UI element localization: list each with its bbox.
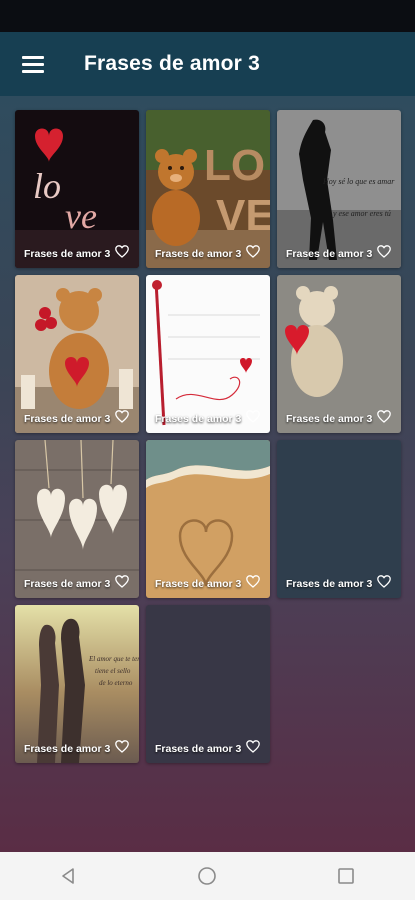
favorite-heart-icon[interactable] [246, 575, 260, 588]
page-title: Frases de amor 3 [84, 52, 260, 75]
system-nav-bar [0, 852, 415, 900]
grid-tile[interactable]: LO VE Frases de amor 3 [146, 110, 270, 268]
menu-button[interactable] [0, 32, 66, 96]
favorite-heart-icon[interactable] [246, 410, 260, 423]
grid-tile[interactable]: Frases de amor 3 [146, 275, 270, 433]
tile-caption: Frases de amor 3 [286, 578, 373, 590]
back-triangle-icon [62, 868, 74, 884]
home-button[interactable] [187, 856, 227, 896]
tile-caption: Frases de amor 3 [24, 413, 111, 425]
tile-caption: Frases de amor 3 [286, 248, 373, 260]
favorite-heart-icon[interactable] [377, 410, 391, 423]
tile-caption: Frases de amor 3 [155, 578, 242, 590]
wallpaper-grid: lo ve Frases de amor 3 LO VE Frases de a… [0, 96, 415, 852]
svg-text:y ese amor eres tú: y ese amor eres tú [332, 209, 391, 218]
hamburger-menu-icon [22, 56, 44, 73]
tile-caption: Frases de amor 3 [24, 248, 111, 260]
svg-text:lo: lo [33, 166, 61, 206]
svg-text:LO: LO [204, 141, 265, 190]
grid-tile[interactable]: Frases de amor 3 [277, 275, 401, 433]
tile-caption: Frases de amor 3 [24, 743, 111, 755]
status-bar [0, 0, 415, 32]
favorite-heart-icon[interactable] [115, 245, 129, 258]
recents-button[interactable] [326, 856, 366, 896]
home-circle-icon [198, 867, 217, 885]
tile-caption: Frases de amor 3 [155, 248, 242, 260]
favorite-heart-icon[interactable] [246, 245, 260, 258]
favorite-heart-icon[interactable] [115, 410, 129, 423]
tile-caption: Frases de amor 3 [155, 743, 242, 755]
tile-caption: Frases de amor 3 [155, 413, 242, 425]
tile-caption: Frases de amor 3 [24, 578, 111, 590]
svg-text:VE: VE [216, 191, 270, 240]
favorite-heart-icon[interactable] [115, 740, 129, 753]
svg-text:Hoy sé lo que es amar: Hoy sé lo que es amar [322, 177, 395, 186]
favorite-heart-icon[interactable] [377, 245, 391, 258]
grid-tile[interactable]: El amor que te tengo tiene el sello de l… [15, 605, 139, 763]
grid-tile[interactable]: Frases de amor 3 [146, 605, 270, 763]
svg-text:El amor que te tengo: El amor que te tengo [88, 655, 139, 663]
grid-tile[interactable]: Frases de amor 3 [15, 440, 139, 598]
grid-tile[interactable]: Hoy sé lo que es amar y ese amor eres tú… [277, 110, 401, 268]
tile-caption: Frases de amor 3 [286, 413, 373, 425]
grid-tile[interactable]: lo ve Frases de amor 3 [15, 110, 139, 268]
svg-text:tiene el sello: tiene el sello [95, 667, 131, 675]
favorite-heart-icon[interactable] [115, 575, 129, 588]
app-bar: Frases de amor 3 [0, 32, 415, 96]
back-button[interactable] [49, 856, 89, 896]
grid-tile[interactable]: Frases de amor 3 [277, 440, 401, 598]
favorite-heart-icon[interactable] [377, 575, 391, 588]
svg-text:de lo eterno: de lo eterno [99, 679, 133, 687]
recents-square-icon [338, 868, 354, 884]
favorite-heart-icon[interactable] [246, 740, 260, 753]
svg-text:ve: ve [65, 196, 97, 236]
grid-tile[interactable]: Frases de amor 3 [146, 440, 270, 598]
grid-tile[interactable]: Frases de amor 3 [15, 275, 139, 433]
